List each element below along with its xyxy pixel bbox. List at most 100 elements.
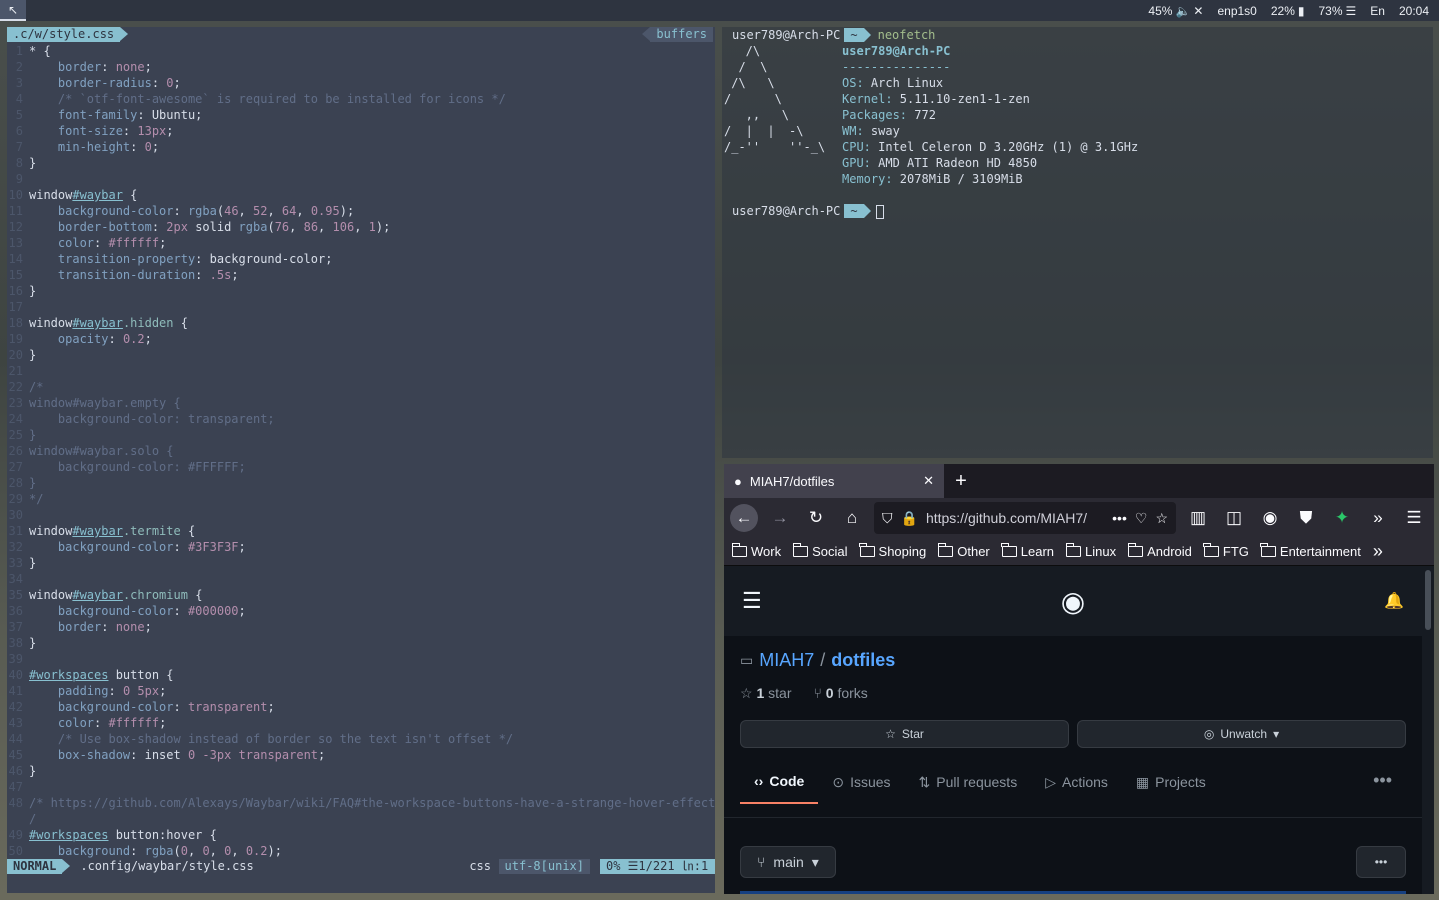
language-indicator[interactable]: En: [1370, 4, 1385, 18]
bookmark-star-icon[interactable]: ☆: [1155, 510, 1168, 527]
clock-value: 20:04: [1398, 3, 1429, 18]
bookmark-folder[interactable]: Entertainment: [1260, 543, 1361, 559]
info-line: Kernel: 5.11.10-zen1-1-zen: [842, 91, 1138, 107]
code-token: rgba: [238, 220, 268, 234]
stars-link[interactable]: ☆ 1 star: [740, 685, 791, 702]
bitwarden-icon[interactable]: ⛊: [1292, 504, 1320, 532]
close-tab-icon[interactable]: ✕: [923, 473, 934, 489]
line-number: [7, 811, 29, 827]
code-line: 13 color: #ffffff;: [7, 235, 715, 251]
more-options-button[interactable]: •••: [1356, 846, 1406, 878]
back-button[interactable]: ←: [730, 504, 758, 532]
bookmark-folder[interactable]: Shoping: [859, 543, 926, 559]
prompt-dir: ~: [844, 204, 871, 218]
code-token: }: [29, 764, 37, 778]
tab-pull-requests[interactable]: ⇅ Pull requests: [905, 760, 1032, 804]
notification-bell-icon[interactable]: 🔔: [1384, 591, 1404, 611]
browser-tab[interactable]: ● MIAH7/dotfiles ✕: [724, 464, 944, 498]
info-line: CPU: Intel Celeron D 3.20GHz (1) @ 3.1GH…: [842, 139, 1138, 155]
bookmarks-toolbar: Work Social Shoping Other Learn Linux Android F…: [724, 538, 1434, 566]
neofetch-title: user789@Arch-PC: [842, 44, 951, 58]
extension-icon[interactable]: ✦: [1328, 504, 1356, 532]
volume-indicator[interactable]: 45% 🔈 ✕: [1148, 4, 1203, 18]
folder-icon: [859, 543, 875, 557]
code-token: #3F3F3F: [187, 540, 239, 554]
code-token: 64: [281, 204, 297, 218]
info-value: 5.11.10-zen1-1-zen: [892, 92, 1030, 106]
code-line: 33}: [7, 555, 715, 571]
bookmark-folder[interactable]: Android: [1127, 543, 1192, 559]
forks-link[interactable]: ⑂ 0 forks: [813, 685, 867, 702]
bookmark-folder[interactable]: Linux: [1065, 543, 1116, 559]
url-text[interactable]: https://github.com/MIAH7/: [926, 510, 1104, 526]
repo-name-link[interactable]: dotfiles: [831, 650, 895, 671]
issue-icon: ⊙: [832, 773, 845, 790]
vim-current-tab[interactable]: .c/w/style.css: [7, 27, 129, 42]
tab-projects[interactable]: ▦ Projects: [1122, 760, 1220, 804]
code-line: 23 window#waybar.empty {: [7, 395, 715, 411]
tab-issues[interactable]: ⊙ Issues: [818, 760, 904, 804]
code-token: #workspaces: [29, 828, 109, 842]
clock: 20:04: [1399, 4, 1429, 18]
star-button[interactable]: ☆ Star: [740, 720, 1069, 748]
volume-value: 45%: [1148, 3, 1173, 18]
terminal-window[interactable]: user789@Arch-PC ~ neofetch /\ / \ /\ \ / \ …: [722, 27, 1433, 458]
memory-indicator[interactable]: 73% ☰: [1318, 4, 1356, 18]
code-line: 43 color: #ffffff;: [7, 715, 715, 731]
watch-button[interactable]: ◎ Unwatch ▾: [1077, 720, 1406, 748]
bookmark-folder[interactable]: FTG: [1203, 543, 1249, 559]
url-bar[interactable]: ⛉ 🔒 https://github.com/MIAH7/ ••• ♡ ☆: [874, 502, 1176, 534]
folder-icon: [1127, 543, 1144, 557]
code-area[interactable]: 1 * {2 border: none; 3 border-radius: 0; 4 …: [7, 43, 715, 859]
tab-code[interactable]: ‹› Code: [740, 760, 819, 804]
code-token: none: [115, 60, 145, 74]
reload-button[interactable]: ↻: [802, 504, 830, 532]
home-button[interactable]: ⌂: [838, 504, 866, 532]
repo-title: ▭ MIAH7 / dotfiles: [724, 636, 1422, 671]
logo-line: / \: [724, 60, 768, 74]
code-token: rgba: [144, 844, 174, 858]
shield-icon[interactable]: ⛉: [882, 510, 893, 527]
bookmark-folder[interactable]: Other: [937, 543, 990, 559]
hamburger-menu-icon[interactable]: ☰: [1400, 504, 1428, 532]
vim-editor-window[interactable]: .c/w/style.css buffers 1 * {2 border: non…: [7, 27, 715, 893]
new-tab-button[interactable]: +: [944, 464, 978, 498]
hamburger-menu-icon[interactable]: ☰: [742, 588, 762, 614]
line-number: 18: [8, 316, 23, 330]
code-line: 8}: [7, 155, 715, 171]
pocket-icon[interactable]: ♡: [1135, 510, 1148, 527]
prompt-line-current[interactable]: user789@Arch-PC ~: [732, 203, 884, 219]
bookmark-folder[interactable]: Social: [792, 543, 848, 559]
code-token: /* `otf-font-awesome` is required to be …: [29, 92, 506, 106]
bookmark-folder[interactable]: Work: [731, 543, 781, 559]
more-actions-icon[interactable]: •••: [1112, 510, 1127, 526]
firefox-window[interactable]: ● MIAH7/dotfiles ✕ + ← → ↻ ⌂ ⛉ 🔒 https:/…: [724, 464, 1434, 894]
code-token: .chromium: [122, 588, 188, 602]
account-icon[interactable]: ◉: [1256, 504, 1284, 532]
github-page[interactable]: ☰ ◉ 🔔 ▭ MIAH7 / dotfiles ☆ 1 star ⑂ 0 fo…: [724, 566, 1422, 894]
overflow-icon[interactable]: »: [1364, 504, 1392, 532]
library-icon[interactable]: ▥: [1184, 504, 1212, 532]
line-number: 25: [8, 428, 23, 442]
code-token: background: [29, 844, 131, 858]
bookmarks-overflow-icon[interactable]: »: [1373, 541, 1383, 562]
sidebar-icon[interactable]: ◫: [1220, 504, 1248, 532]
speaker-icon: 🔈: [1175, 3, 1191, 18]
battery-indicator[interactable]: 22% ▮: [1271, 4, 1305, 18]
bookmark-folder[interactable]: Learn: [1001, 543, 1054, 559]
network-indicator[interactable]: enp1s0: [1217, 4, 1256, 18]
scrollbar-thumb[interactable]: [1425, 570, 1431, 630]
repo-owner-link[interactable]: MIAH7: [759, 650, 814, 671]
forward-button[interactable]: →: [766, 504, 794, 532]
tab-label: Issues: [850, 774, 891, 790]
tab-actions[interactable]: ▷ Actions: [1031, 760, 1122, 804]
github-logo-icon[interactable]: ◉: [1061, 585, 1085, 618]
branch-select[interactable]: ⑂ main ▾: [740, 846, 836, 878]
code-token: 2px: [166, 220, 188, 234]
lock-icon[interactable]: 🔒: [901, 510, 918, 527]
more-tabs-icon[interactable]: •••: [1373, 770, 1392, 791]
code-line: 44 /* Use box-shadow instead of border s…: [7, 731, 715, 747]
page-scrollbar[interactable]: [1422, 566, 1434, 894]
logo-line: /\: [724, 44, 761, 58]
workspace-button[interactable]: ↖: [0, 0, 26, 21]
